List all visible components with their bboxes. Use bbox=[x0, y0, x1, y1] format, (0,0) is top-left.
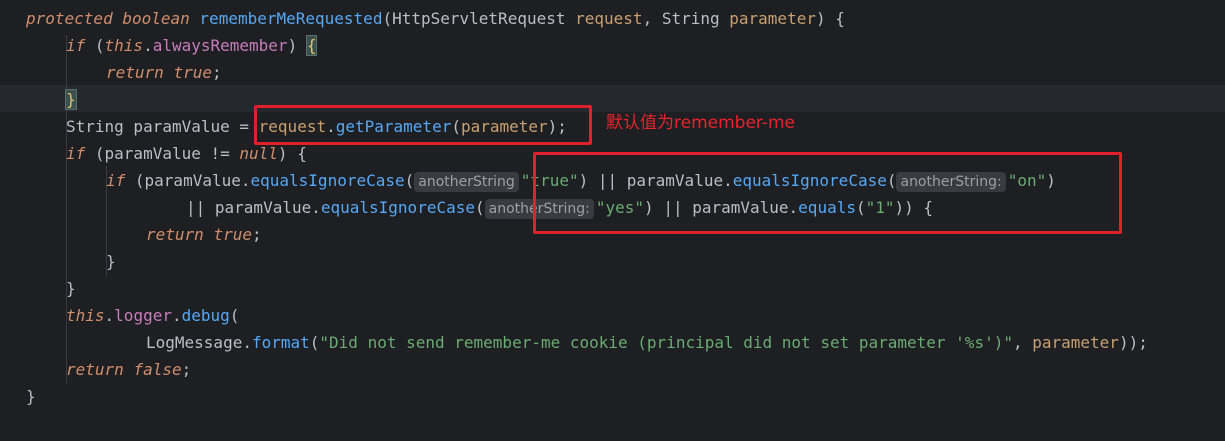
type-name: LogMessage bbox=[146, 333, 243, 352]
string-literal: "Did not send remember-me cookie (princi… bbox=[319, 333, 1013, 352]
keyword: false bbox=[133, 360, 182, 379]
condition: (paramValue != bbox=[85, 144, 240, 163]
indent-guide bbox=[66, 330, 67, 356]
code-line-14[interactable]: return false; bbox=[66, 356, 191, 383]
paren: ) { bbox=[277, 144, 307, 163]
paren: ) { bbox=[815, 9, 845, 28]
type-name: HttpServletRequest bbox=[392, 9, 566, 28]
code-line-12[interactable]: this.logger.debug( bbox=[66, 302, 239, 329]
method-name: rememberMeRequested bbox=[199, 9, 383, 28]
matched-brace: } bbox=[65, 89, 77, 110]
keyword: if bbox=[106, 171, 126, 190]
dot: . bbox=[242, 333, 252, 352]
brace: } bbox=[106, 252, 116, 271]
dot: . bbox=[104, 306, 115, 325]
code-line-1[interactable]: protected boolean rememberMeRequested(Ht… bbox=[26, 5, 845, 32]
keyword: null bbox=[239, 144, 278, 163]
condition: (paramValue. bbox=[125, 171, 251, 190]
keyword: true bbox=[213, 225, 252, 244]
code-line-9[interactable]: return true; bbox=[146, 221, 262, 248]
semicolon: ; bbox=[211, 63, 222, 82]
code-line-15[interactable]: } bbox=[26, 383, 36, 410]
field-name: logger bbox=[114, 306, 172, 325]
annotation-note: 默认值为remember-me bbox=[606, 113, 795, 133]
brace: } bbox=[66, 279, 76, 298]
semicolon: ; bbox=[181, 360, 192, 379]
paren: ( bbox=[85, 36, 105, 55]
code-editor[interactable]: protected boolean rememberMeRequested(Ht… bbox=[0, 0, 1225, 441]
code-line-3[interactable]: return true; bbox=[106, 59, 222, 86]
code-line-11[interactable]: } bbox=[66, 275, 76, 302]
code-line-13[interactable]: LogMessage.format("Did not send remember… bbox=[146, 329, 1148, 356]
current-line-highlight bbox=[0, 85, 1225, 112]
keyword: if bbox=[66, 36, 86, 55]
method-name: format bbox=[251, 333, 310, 352]
parameter-hint: anotherString bbox=[414, 172, 519, 192]
highlight-box-conditions bbox=[533, 152, 1122, 234]
paren: ( bbox=[229, 306, 240, 325]
semicolon: ; bbox=[251, 225, 262, 244]
highlight-box-getparameter bbox=[254, 105, 592, 145]
paren: ( bbox=[404, 171, 415, 190]
comma: , bbox=[1012, 333, 1033, 352]
paren: ) bbox=[287, 36, 307, 55]
comma: , bbox=[642, 9, 662, 28]
brace: } bbox=[26, 387, 36, 406]
paren: ( bbox=[474, 198, 485, 217]
method-name: debug bbox=[181, 306, 230, 325]
dot: . bbox=[143, 36, 153, 55]
code-line-10[interactable]: } bbox=[106, 248, 116, 275]
type-name: String bbox=[661, 9, 720, 28]
field-name: alwaysRemember bbox=[152, 36, 288, 55]
keyword: return bbox=[146, 225, 204, 244]
operator: || paramValue. bbox=[186, 198, 321, 217]
paren: )); bbox=[1118, 333, 1148, 352]
dot: . bbox=[171, 306, 182, 325]
keyword: return bbox=[106, 63, 164, 82]
keyword: true bbox=[173, 63, 212, 82]
keyword: this bbox=[66, 306, 105, 325]
type-name: String bbox=[66, 117, 124, 136]
parameter-name: parameter bbox=[1032, 333, 1119, 352]
paren: ( bbox=[309, 333, 320, 352]
keyword: this bbox=[104, 36, 144, 55]
paren: ( bbox=[382, 9, 393, 28]
method-name: equalsIgnoreCase bbox=[250, 171, 405, 190]
keyword: if bbox=[66, 144, 86, 163]
keyword: boolean bbox=[122, 9, 190, 28]
code-line-4[interactable]: } bbox=[65, 86, 77, 113]
keyword: protected bbox=[26, 9, 113, 28]
variable-decl: paramValue = bbox=[123, 117, 259, 136]
code-line-2[interactable]: if (this.alwaysRemember) { bbox=[66, 32, 318, 59]
parameter-name: parameter bbox=[729, 9, 816, 28]
parameter-name: request bbox=[575, 9, 643, 28]
matched-brace: { bbox=[305, 35, 318, 56]
method-name: equalsIgnoreCase bbox=[320, 198, 475, 217]
keyword: return bbox=[66, 360, 124, 379]
